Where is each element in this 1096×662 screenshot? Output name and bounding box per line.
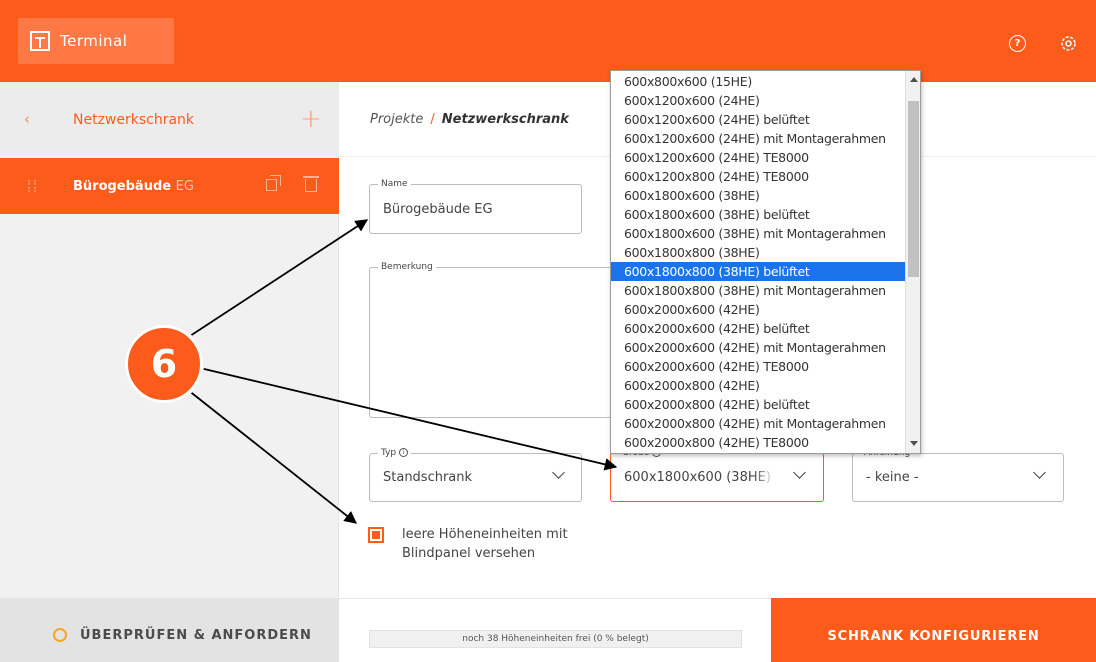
dropdown-option[interactable]: 600x2000x600 (42HE) <box>611 300 905 319</box>
breadcrumb-separator: / <box>430 112 435 127</box>
sidebar-item-name: Bürogebäude <box>73 179 172 194</box>
trash-lid <box>303 176 319 178</box>
size-dropdown-list[interactable]: 600x800x600 (15HE) 600x1200x600 (24HE) 600… <box>610 70 921 454</box>
remark-field[interactable]: Bemerkung <box>369 261 629 418</box>
sidebar-item-suffix: EG <box>175 179 194 194</box>
dropdown-scrollbar[interactable] <box>905 71 920 453</box>
dropdown-option[interactable]: 600x1800x800 (38HE) belüftet <box>611 262 905 281</box>
dropdown-option[interactable]: 600x1800x800 (38HE) <box>611 243 905 262</box>
gear-icon[interactable] <box>1060 35 1077 52</box>
sidebar-header: ‹ Netzwerkschrank + <box>0 82 339 156</box>
breadcrumb-current: Netzwerkschrank <box>441 112 569 127</box>
name-value[interactable]: Bürogebäude EG <box>383 202 493 217</box>
blind-panel-checkbox[interactable] <box>368 527 384 543</box>
type-value: Standschrank <box>383 470 473 485</box>
dropdown-option[interactable]: 600x2000x800 (42HE) mit Montagerahmen <box>611 414 905 433</box>
sidebar-title: Netzwerkschrank <box>73 112 195 128</box>
duplicate-icon[interactable] <box>266 175 281 191</box>
add-icon[interactable]: + <box>300 104 322 134</box>
name-field[interactable]: Name Bürogebäude EG <box>369 178 582 234</box>
help-circle-icon[interactable]: ? <box>1009 35 1026 52</box>
dropdown-option[interactable]: 600x1200x600 (24HE) <box>611 91 905 110</box>
breadcrumb-root[interactable]: Projekte <box>370 112 423 127</box>
size-value: 600x1800x600 (38HE) belüftet <box>624 470 776 485</box>
status-circle-icon <box>53 628 67 642</box>
configure-rack-button[interactable]: SCHRANK KONFIGURIEREN <box>771 598 1096 662</box>
type-legend: Typ i <box>378 447 412 459</box>
size-dropdown-options: 600x800x600 (15HE) 600x1200x600 (24HE) 600… <box>611 72 905 452</box>
chevron-down-icon <box>552 466 565 479</box>
terminal-logo-icon <box>30 31 50 51</box>
dropdown-option[interactable]: 600x800x600 (15HE) <box>611 72 905 91</box>
dropdown-option[interactable]: 600x2000x800 (42HE) TE8000 <box>611 433 905 452</box>
dropdown-option[interactable]: 600x1200x800 (24HE) TE8000 <box>611 167 905 186</box>
capacity-panel: noch 38 Höheneinheiten frei (0 % belegt) <box>339 598 771 662</box>
trash-can <box>305 179 317 192</box>
chevron-down-icon <box>793 466 806 479</box>
attachment-value: - keine - <box>866 470 919 485</box>
annotation-badge: 6 <box>125 325 203 403</box>
dropdown-option[interactable]: 600x2000x800 (42HE) <box>611 376 905 395</box>
progress-text: noch 38 Höheneinheiten frei (0 % belegt) <box>462 634 649 644</box>
attachment-select[interactable]: Anreihung - keine - <box>852 447 1064 502</box>
drag-handle-icon[interactable] <box>28 180 36 192</box>
breadcrumb: Projekte / Netzwerkschrank <box>370 112 569 127</box>
type-select[interactable]: Typ i Standschrank <box>369 447 582 502</box>
logo[interactable]: Terminal <box>18 18 174 64</box>
trash-icon[interactable] <box>303 176 319 192</box>
check-request-label: ÜBERPRÜFEN & ANFORDERN <box>80 628 312 643</box>
chevron-left-icon[interactable]: ‹ <box>24 110 30 128</box>
check-request-button[interactable]: ÜBERPRÜFEN & ANFORDERN <box>0 598 339 662</box>
scroll-up-icon[interactable] <box>910 77 918 82</box>
remark-legend: Bemerkung <box>378 261 436 273</box>
name-legend: Name <box>378 178 411 190</box>
scroll-down-icon[interactable] <box>910 441 918 446</box>
dropdown-option[interactable]: 600x2000x600 (42HE) belüftet <box>611 319 905 338</box>
sidebar-item-label: Bürogebäude EG <box>73 179 194 194</box>
sidebar-item-buerogebaeude[interactable]: Bürogebäude EG <box>0 158 339 214</box>
dropdown-option[interactable]: 600x1200x600 (24HE) mit Montagerahmen <box>611 129 905 148</box>
dropdown-option[interactable]: 600x1800x600 (38HE) belüftet <box>611 205 905 224</box>
chevron-down-icon <box>1033 466 1046 479</box>
checkbox-checked-mark <box>372 531 380 539</box>
dropdown-option[interactable]: 600x1200x600 (24HE) TE8000 <box>611 148 905 167</box>
dropdown-option[interactable]: 600x2000x800 (42HE) belüftet <box>611 395 905 414</box>
top-bar: Terminal ? <box>0 0 1096 82</box>
dropdown-option[interactable]: 600x1200x600 (24HE) belüftet <box>611 110 905 129</box>
blind-panel-label[interactable]: leere Höheneinheiten mit Blindpanel vers… <box>402 525 612 563</box>
type-legend-text: Typ <box>381 448 397 458</box>
info-icon[interactable]: i <box>399 448 409 457</box>
capacity-progress-bar: noch 38 Höheneinheiten frei (0 % belegt) <box>369 630 742 648</box>
app-title: Terminal <box>60 32 128 50</box>
dropdown-option[interactable]: 600x1800x800 (38HE) mit Montagerahmen <box>611 281 905 300</box>
dropdown-option[interactable]: 600x2000x600 (42HE) TE8000 <box>611 357 905 376</box>
size-select[interactable]: Größei 600x1800x600 (38HE) belüftet <box>610 447 824 502</box>
dropdown-option[interactable]: 600x1800x600 (38HE) <box>611 186 905 205</box>
dropdown-option[interactable]: 600x2000x600 (42HE) mit Montagerahmen <box>611 338 905 357</box>
dropdown-option[interactable]: 600x1800x600 (38HE) mit Montagerahmen <box>611 224 905 243</box>
scrollbar-thumb[interactable] <box>908 101 919 277</box>
app-root: Terminal ? ‹ Netzwerkschrank + Bürogebäu… <box>0 0 1096 662</box>
